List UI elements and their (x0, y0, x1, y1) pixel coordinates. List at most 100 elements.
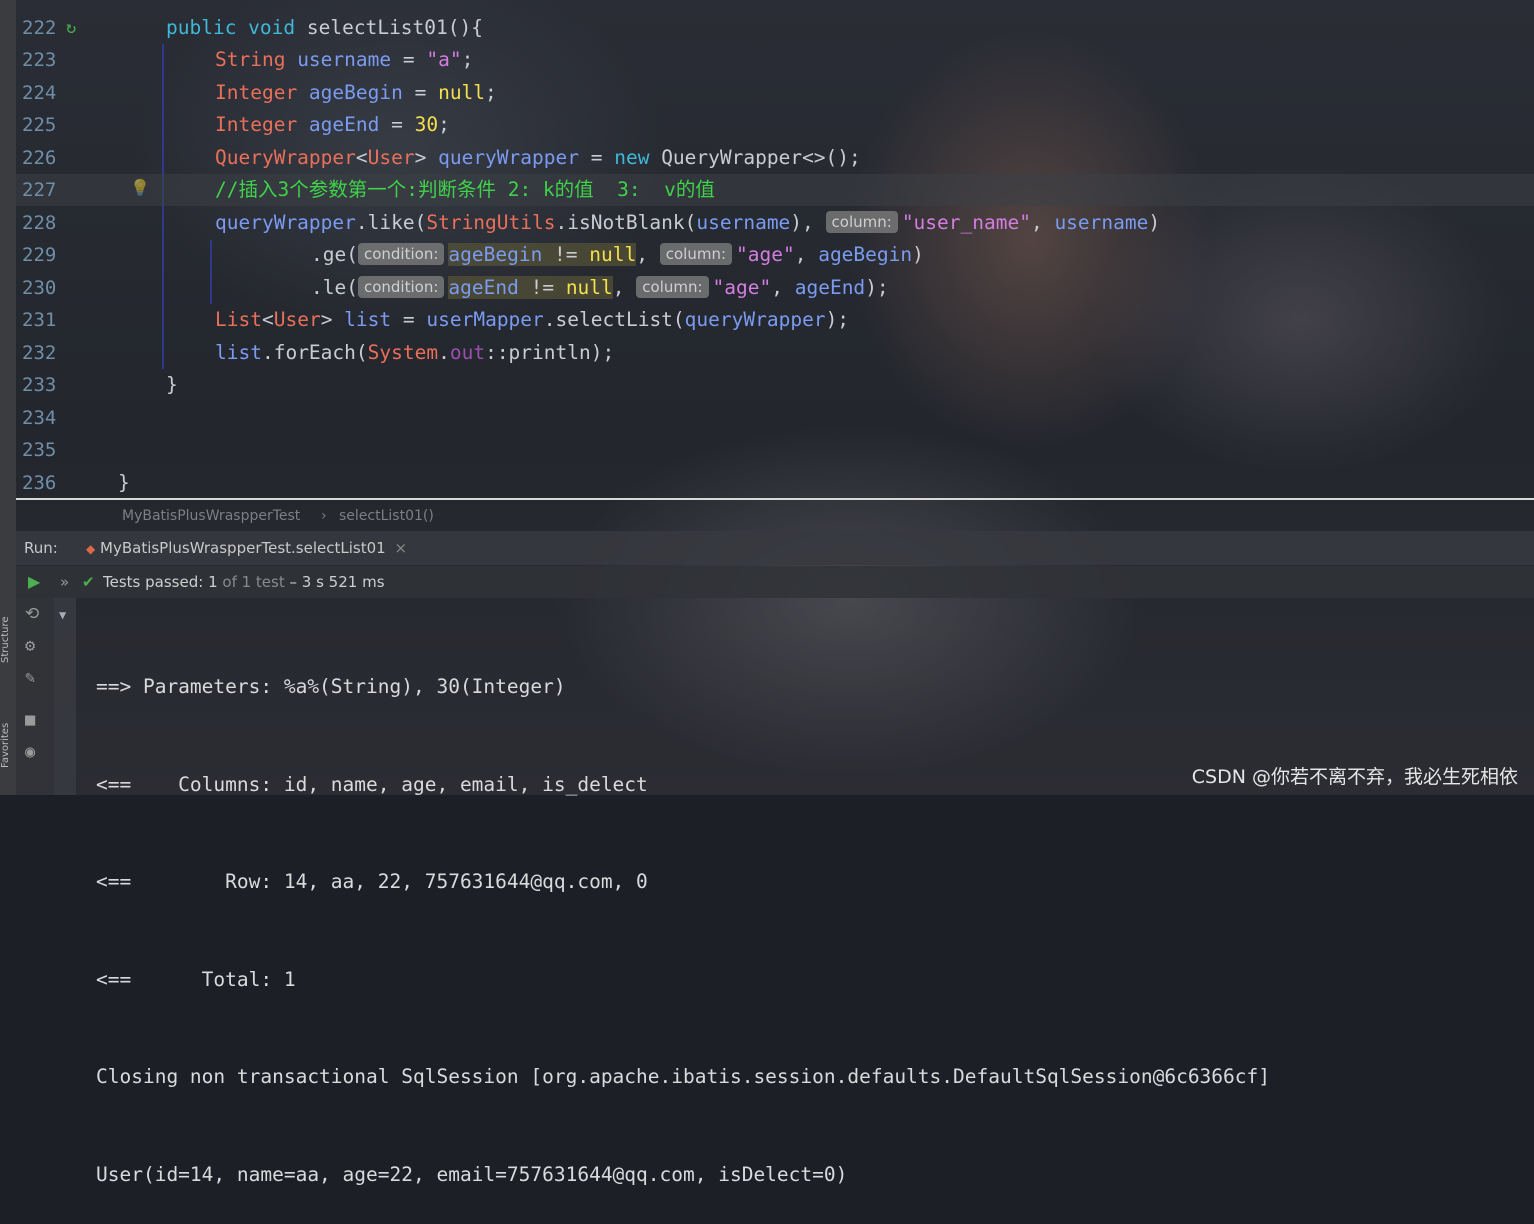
run-tab-label: MyBatisPlusWraspperTest.selectList01 (100, 539, 386, 557)
code-line: 230 .le(condition: ageEnd != null, column… (16, 272, 1534, 304)
code-editor[interactable]: ↻ 💡 222 public void selectList01(){ 223 … (16, 0, 1534, 498)
operator: = (578, 146, 615, 169)
variable: username (297, 48, 392, 71)
literal: 30 (414, 113, 439, 136)
structure-tab[interactable]: Structure (0, 600, 16, 680)
operator: = (379, 113, 415, 136)
test-class-icon: ◆ (86, 542, 96, 556)
string: "user_name" (901, 211, 1031, 234)
line-number: 233 (22, 374, 57, 396)
variable: ageEnd (794, 276, 866, 299)
camera-icon[interactable]: ◉ (25, 742, 35, 762)
rerun-icon[interactable]: ⟲ (25, 604, 39, 624)
keyword: new (614, 146, 662, 169)
test-status-bar: ▶ » ✔ Tests passed: 1 of 1 test – 3 s 52… (16, 566, 1534, 598)
string: "a" (426, 48, 462, 71)
variable: list (215, 341, 262, 364)
expand-icon[interactable]: » (60, 566, 69, 598)
breadcrumb-class[interactable]: MyBatisPlusWraspperTest (122, 502, 300, 530)
code-line: 229 .ge(condition: ageBegin != null, colu… (16, 239, 1534, 271)
code-line: 234 (16, 402, 1534, 434)
variable: list (344, 308, 392, 331)
variable: username (1054, 211, 1149, 234)
stop-icon[interactable]: ■ (25, 710, 35, 730)
variable: ageBegin (818, 243, 913, 266)
type: User (273, 308, 321, 331)
line-number: 232 (22, 342, 57, 364)
line-number: 228 (22, 212, 57, 234)
run-tab[interactable]: ◆ MyBatisPlusWraspperTest.selectList01 × (76, 531, 417, 565)
line-number: 229 (22, 244, 57, 266)
line-number: 223 (22, 49, 57, 71)
variable: queryWrapper (438, 146, 579, 169)
method-call: .isNotBlank( (555, 211, 697, 234)
type: System (367, 341, 439, 364)
string: "age" (712, 276, 772, 299)
closing-brace: } (166, 373, 178, 396)
run-icon[interactable]: ▶ (28, 566, 40, 598)
punctuation: , (636, 243, 660, 266)
parameter-hint: condition: (357, 243, 445, 265)
type: String (215, 48, 298, 71)
punctuation: ); (825, 308, 850, 331)
breadcrumb-separator: › (321, 508, 327, 524)
wrench-icon[interactable]: ✎ (25, 668, 35, 688)
operator: = (391, 308, 427, 331)
punctuation: , (612, 276, 637, 299)
keyword: public void (166, 16, 307, 39)
punctuation: ), (790, 211, 826, 234)
line-number: 227 (22, 179, 57, 201)
console-scroll-button[interactable]: ▼ (54, 598, 76, 795)
string: "age" (736, 243, 795, 266)
code-line: 222 public void selectList01(){ (16, 12, 1534, 44)
debug-icon[interactable]: ⚙ (25, 636, 35, 656)
close-icon[interactable]: × (394, 539, 407, 557)
method-reference: ::println); (485, 341, 615, 364)
type: Integer (215, 113, 309, 136)
console-line: User(id=14, name=aa, age=22, email=75763… (96, 1162, 848, 1186)
check-icon: ✔ (82, 573, 95, 591)
code-line: 233 } (16, 369, 1534, 401)
console-line: Closing non transactional SqlSession [or… (96, 1065, 1270, 1088)
variable: ageBegin (448, 243, 543, 266)
code-line: 225 Integer ageEnd = 30; (16, 109, 1534, 141)
punctuation: ; (461, 48, 474, 71)
run-toolbar: Run: ◆ MyBatisPlusWraspperTest.selectLis… (16, 531, 1534, 565)
type: User (367, 146, 415, 169)
method-call: .forEach( (261, 341, 368, 364)
constructor-call: QueryWrapper<>(); (661, 146, 861, 169)
method-call: .selectList( (543, 308, 685, 331)
favorites-tab[interactable]: Favorites (0, 710, 16, 780)
line-number: 224 (22, 82, 57, 104)
punctuation: > (320, 308, 345, 331)
code-line: 235 (16, 434, 1534, 466)
operator: = (402, 81, 439, 104)
operator: = (391, 48, 427, 71)
punctuation: < (355, 146, 368, 169)
code-line: 224 Integer ageBegin = null; (16, 77, 1534, 109)
code-line: 236 } (16, 467, 1534, 499)
tests-passed-label: Tests passed: (103, 573, 204, 591)
line-number: 222 (22, 17, 57, 39)
line-number: 230 (22, 277, 57, 299)
parameter-hint: column: (636, 276, 709, 298)
punctuation: . (438, 341, 450, 364)
breadcrumb-method[interactable]: selectList01() (339, 502, 434, 530)
watermark: CSDN @你若不离不弃，我必生死相依 (1191, 766, 1518, 788)
console-line: <== Row: 14, aa, 22, 757631644@qq.com, 0 (96, 870, 648, 893)
run-label: Run: (24, 539, 58, 557)
literal: null (589, 243, 637, 266)
variable: queryWrapper (215, 211, 356, 234)
line-number: 226 (22, 147, 57, 169)
variable: userMapper (426, 308, 544, 331)
method-signature: selectList01(){ (306, 16, 483, 39)
tests-passed-count: 1 (208, 573, 218, 591)
line-number: 231 (22, 309, 57, 331)
operator: != (542, 243, 590, 266)
parameter-hint: column: (825, 211, 898, 233)
line-number: 234 (22, 407, 57, 429)
parameter-hint: column: (659, 243, 733, 265)
tests-total: of 1 test (222, 573, 285, 591)
console-output[interactable]: ==> Parameters: %a%(String), 30(Integer)… (96, 606, 1270, 1224)
type: Integer (215, 81, 309, 104)
